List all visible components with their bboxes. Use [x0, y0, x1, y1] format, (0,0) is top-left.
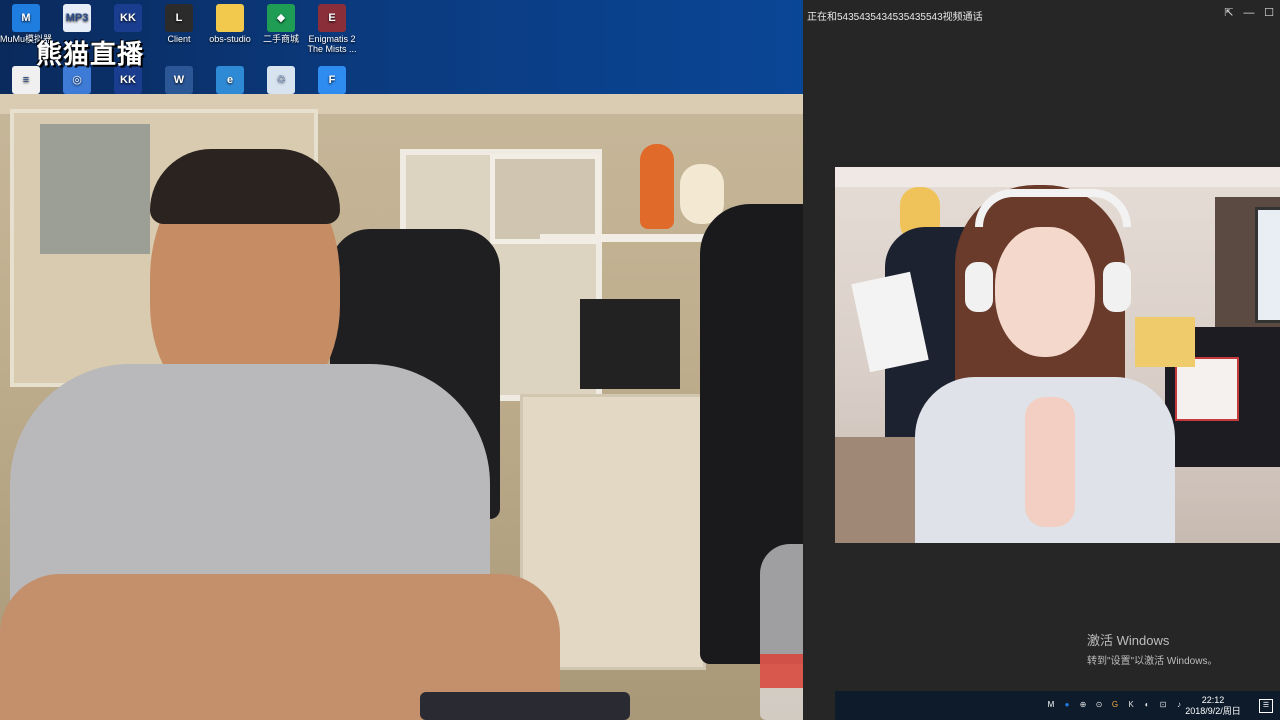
system-tray-icon[interactable]: ⊡ [1157, 699, 1169, 711]
system-tray-icon[interactable]: ⊕ [1077, 699, 1089, 711]
notification-center-icon[interactable]: ☰ [1259, 699, 1273, 713]
recycle-bin-icon: ♲ [267, 66, 295, 94]
shop-icon: ◆ [267, 4, 295, 32]
game-icon: E [318, 4, 346, 32]
app-f-icon: F [318, 66, 346, 94]
desktop-shortcut[interactable]: F [306, 66, 358, 96]
desktop-shortcut[interactable]: MP3 [51, 4, 103, 34]
maximize-icon[interactable]: ☐ [1261, 5, 1277, 21]
system-tray-icon[interactable]: K [1125, 699, 1137, 711]
kk-app-icon: KK [114, 4, 142, 32]
minimize-icon[interactable]: — [1241, 5, 1257, 21]
desktop-shortcut[interactable]: e [204, 66, 256, 96]
desktop-shortcut[interactable]: ◆ 二手商城 [255, 4, 307, 44]
clock-time: 22:12 [1201, 695, 1225, 705]
desktop-shortcut[interactable]: L Client [153, 4, 205, 44]
remote-video-feed [835, 167, 1280, 543]
lol-client-icon: L [165, 4, 193, 32]
desktop-shortcut[interactable]: E Enigmatis 2 The Mists ... [306, 4, 358, 54]
system-tray-icon[interactable]: ⊙ [1093, 699, 1105, 711]
windows-activation-watermark: 激活 Windows 转到"设置"以激活 Windows。 [1087, 630, 1217, 667]
desktop-background: M MuMu模拟器 MP3 KK L Client obs-studio ◆ 二手商城 E Enig… [0, 0, 803, 94]
system-tray-icon[interactable]: ◐ [1141, 699, 1153, 711]
desktop-shortcut-label: obs-studio [209, 34, 251, 44]
mp3-file-icon: MP3 [63, 4, 91, 32]
local-webcam-feed [0, 94, 835, 720]
desktop-shortcut[interactable]: W [153, 66, 205, 96]
desktop-shortcut-label: Client [167, 34, 191, 44]
system-tray-icon[interactable]: G [1109, 699, 1121, 711]
call-titlebar: 正在和5435435434535435543视频通话 ⇱ — ☐ [803, 0, 1280, 28]
desktop-shortcut-label: Enigmatis 2 The Mists ... [307, 34, 357, 54]
desktop-shortcut-label: 二手商城 [262, 34, 299, 44]
activation-subtitle: 转到"设置"以激活 Windows。 [1087, 656, 1218, 667]
word-icon: W [165, 66, 193, 94]
taskbar-clock[interactable]: 22:12 2018/9/2/周日 [1183, 695, 1243, 717]
system-tray-icon[interactable]: M [1045, 699, 1057, 711]
video-call-window: 正在和5435435434535435543视频通话 ⇱ — ☐ [803, 0, 1280, 720]
folder-icon [216, 4, 244, 32]
pin-icon[interactable]: ⇱ [1221, 5, 1237, 21]
system-tray-icon[interactable]: ● [1061, 699, 1073, 711]
live-stream-watermark: 熊猫直播 [36, 40, 145, 70]
desktop-shortcut[interactable]: obs-studio [204, 4, 256, 44]
clock-date: 2018/9/2/周日 [1185, 706, 1241, 716]
taskbar: M ● ⊕ ⊙ G K ◐ ⊡ ♪ 22:12 2018/9/2/周日 ☰ [835, 691, 1280, 720]
desktop-shortcut[interactable]: ♲ [255, 66, 307, 96]
desktop-shortcut[interactable]: KK [102, 4, 154, 34]
edge-icon: e [216, 66, 244, 94]
mumu-icon: M [12, 4, 40, 32]
activation-title: 激活 Windows [1087, 633, 1170, 648]
call-title: 正在和5435435434535435543视频通话 [807, 12, 983, 23]
